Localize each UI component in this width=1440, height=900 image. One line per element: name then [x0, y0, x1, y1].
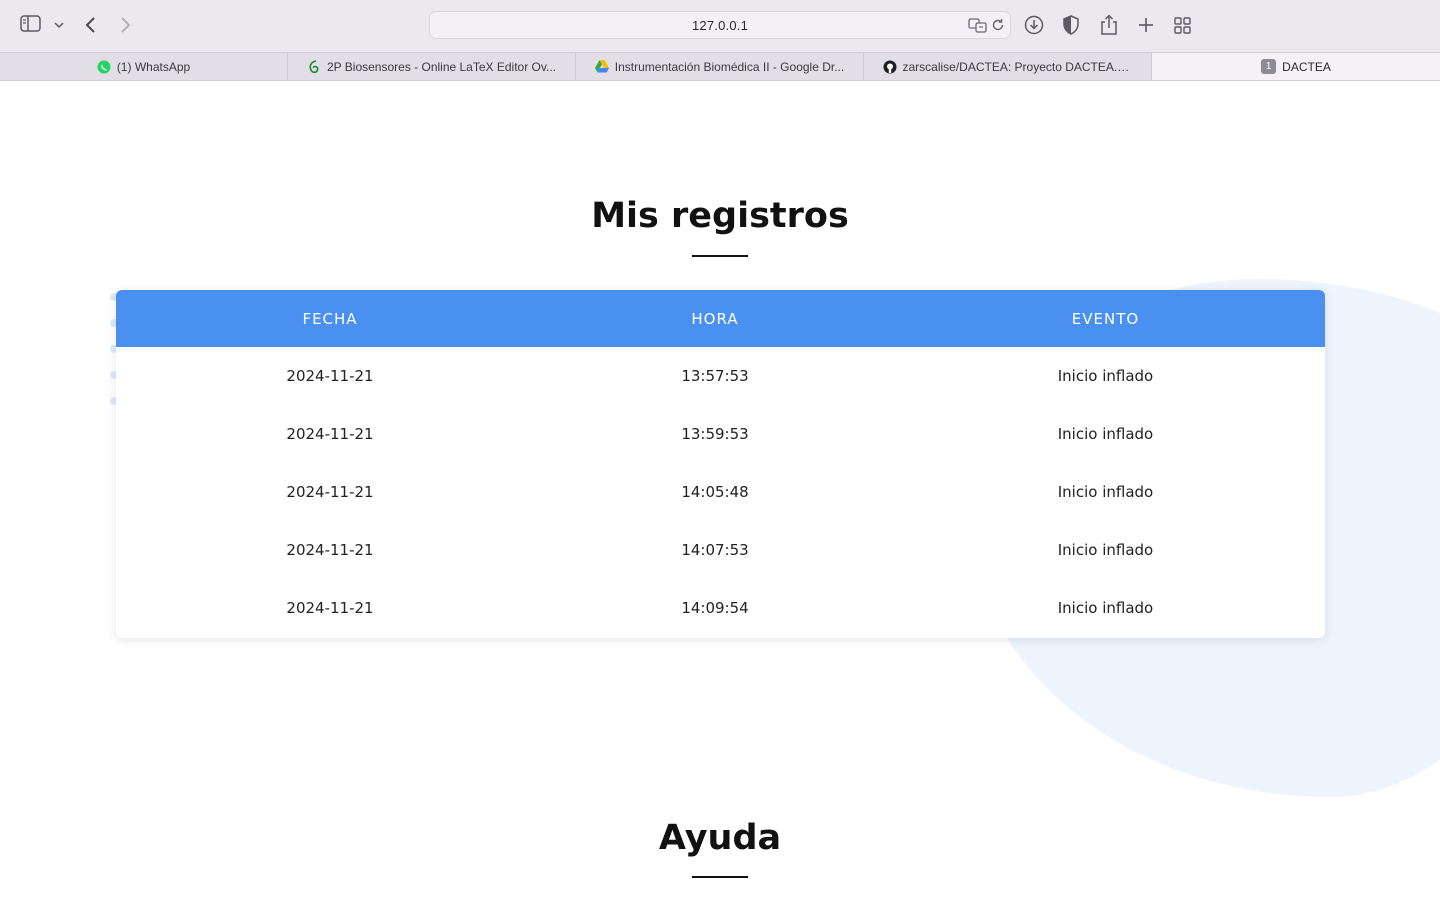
cell-evento: Inicio inflado — [1057, 367, 1154, 385]
translate-icon[interactable] — [968, 17, 988, 38]
title-underline — [692, 255, 748, 257]
table-row: 2024-11-21 13:57:53 Inicio inflado — [116, 347, 1325, 405]
forward-icon[interactable] — [120, 16, 132, 34]
cell-evento: Inicio inflado — [1057, 541, 1154, 559]
column-header-hora: HORA — [691, 309, 739, 328]
share-icon[interactable] — [1100, 14, 1118, 36]
table-header: FECHA HORA EVENTO — [116, 290, 1325, 347]
tab-overleaf[interactable]: 2P Biosensores - Online LaTeX Editor Ov.… — [288, 53, 576, 80]
download-icon[interactable] — [1024, 15, 1044, 35]
browser-toolbar: 127.0.0.1 — [0, 0, 1440, 52]
cell-evento: Inicio inflado — [1057, 483, 1154, 501]
column-header-fecha: FECHA — [302, 309, 358, 328]
github-icon — [883, 60, 897, 74]
cell-fecha: 2024-11-21 — [286, 425, 374, 443]
cell-fecha: 2024-11-21 — [286, 541, 374, 559]
cell-fecha: 2024-11-21 — [286, 599, 374, 617]
cell-hora: 14:07:53 — [681, 541, 749, 559]
section-title-ayuda: Ayuda — [658, 818, 782, 858]
title-underline — [692, 876, 748, 878]
tab-bar: (1) WhatsApp 2P Biosensores - Online LaT… — [0, 52, 1440, 81]
privacy-shield-icon[interactable] — [1062, 15, 1080, 35]
tab-badge: 1 — [1261, 59, 1277, 74]
chevron-down-icon[interactable] — [54, 21, 64, 29]
url-text: 127.0.0.1 — [691, 17, 748, 33]
tab-label: zarscalise/DACTEA: Proyecto DACTEA. W... — [902, 59, 1133, 74]
cell-hora: 14:09:54 — [681, 599, 749, 617]
cell-evento: Inicio inflado — [1057, 599, 1154, 617]
cell-fecha: 2024-11-21 — [286, 483, 374, 501]
cell-hora: 14:05:48 — [681, 483, 749, 501]
address-bar[interactable]: 127.0.0.1 — [429, 11, 1011, 39]
cell-fecha: 2024-11-21 — [286, 367, 374, 385]
table-row: 2024-11-21 14:05:48 Inicio inflado — [116, 463, 1325, 521]
cell-hora: 13:59:53 — [681, 425, 749, 443]
new-tab-icon[interactable] — [1138, 17, 1154, 33]
reload-icon[interactable] — [991, 18, 1005, 37]
table-row: 2024-11-21 13:59:53 Inicio inflado — [116, 405, 1325, 463]
tab-label: (1) WhatsApp — [116, 59, 191, 74]
tab-dactea[interactable]: 1 DACTEA — [1152, 53, 1440, 80]
table-row: 2024-11-21 14:07:53 Inicio inflado — [116, 521, 1325, 579]
tab-google-drive[interactable]: Instrumentación Biomédica II - Google Dr… — [576, 53, 864, 80]
table-row: 2024-11-21 14:09:54 Inicio inflado — [116, 579, 1325, 637]
tab-overview-icon[interactable] — [1174, 17, 1191, 34]
tab-label: Instrumentación Biomédica II - Google Dr… — [614, 59, 845, 74]
sidebar-toggle-icon[interactable] — [20, 15, 41, 32]
section-title-registros: Mis registros — [591, 196, 849, 236]
cell-hora: 13:57:53 — [681, 367, 749, 385]
google-drive-icon — [594, 60, 609, 74]
tab-label: 2P Biosensores - Online LaTeX Editor Ov.… — [326, 59, 556, 74]
whatsapp-icon — [97, 60, 111, 74]
records-table: FECHA HORA EVENTO 2024-11-21 13:57:53 In… — [116, 290, 1325, 638]
tab-label: DACTEA — [1282, 59, 1331, 74]
back-icon[interactable] — [84, 16, 96, 34]
overleaf-icon — [307, 59, 321, 74]
page-content: Mis registros FECHA HORA EVENTO 2024-11-… — [0, 81, 1440, 900]
tab-whatsapp[interactable]: (1) WhatsApp — [0, 53, 288, 80]
column-header-evento: EVENTO — [1071, 309, 1140, 328]
tab-github[interactable]: zarscalise/DACTEA: Proyecto DACTEA. W... — [864, 53, 1152, 80]
cell-evento: Inicio inflado — [1057, 425, 1154, 443]
